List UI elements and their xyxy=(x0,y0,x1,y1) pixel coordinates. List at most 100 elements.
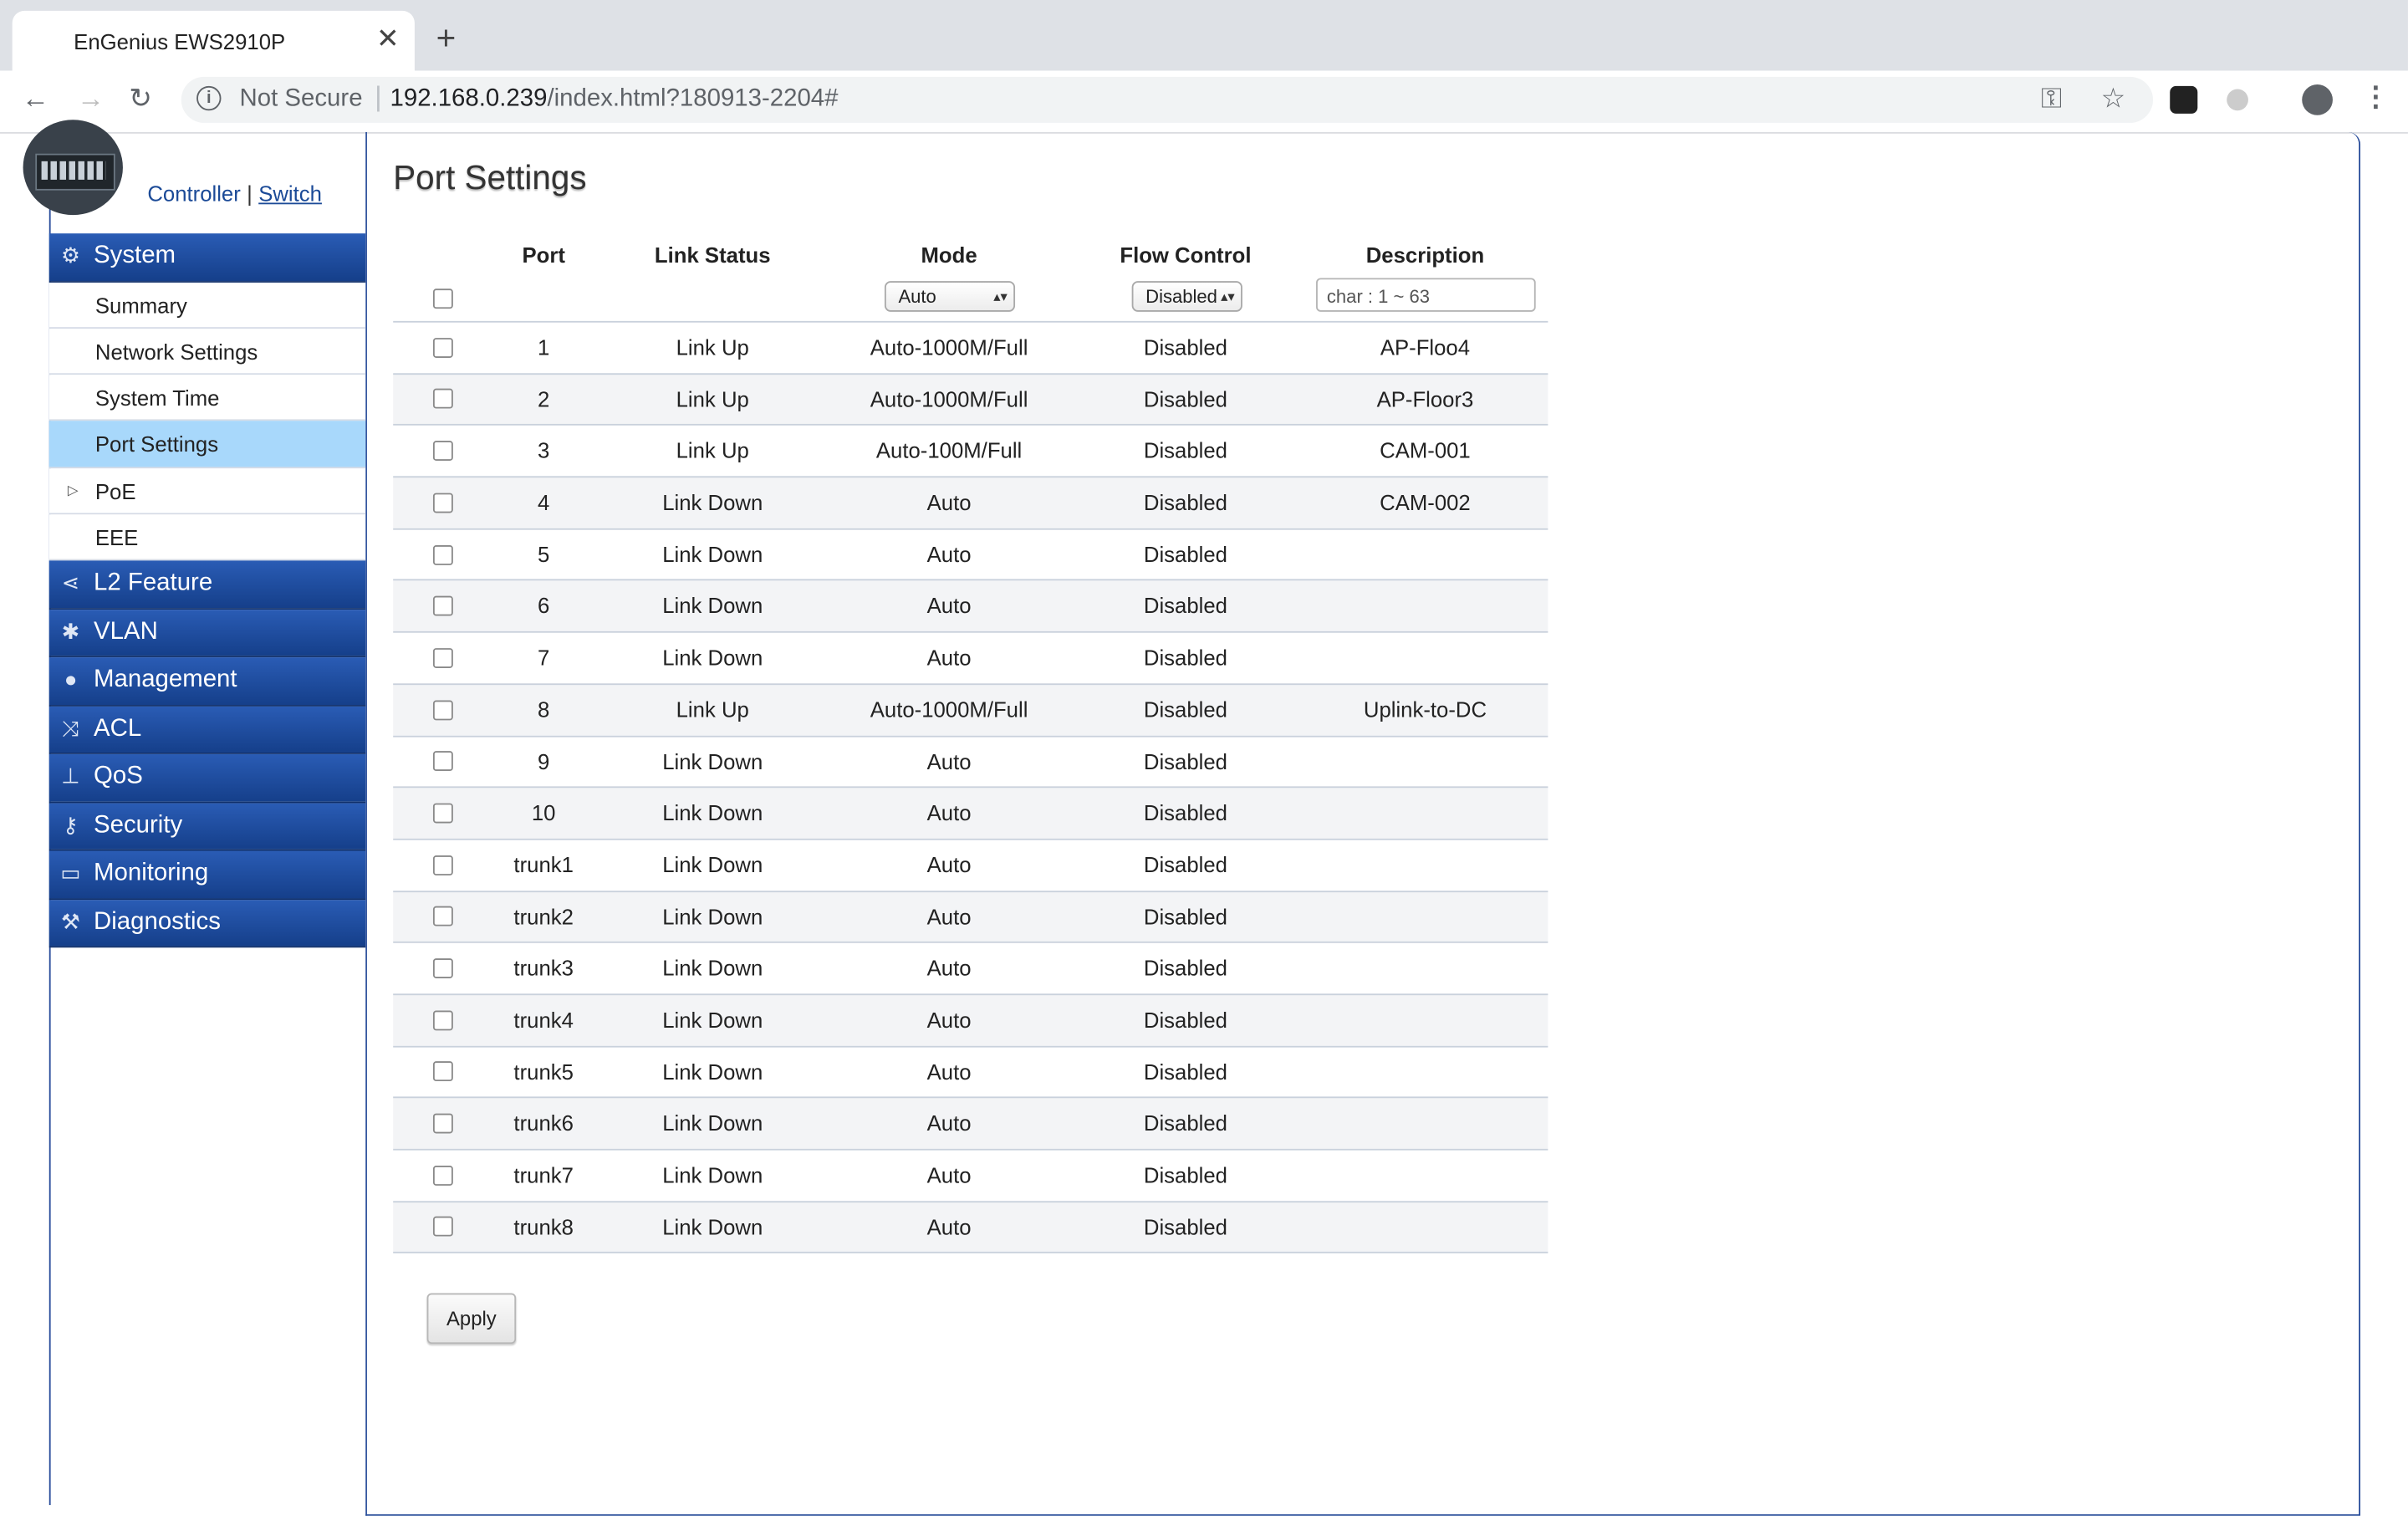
address-bar[interactable]: i Not Secure | 192.168.0.239/index.html?… xyxy=(181,76,2154,123)
link-status-cell: Link Up xyxy=(676,334,749,360)
link-status-cell: Link Down xyxy=(662,800,763,825)
table-row: trunk8 Link Down Auto Disabled xyxy=(393,1200,1548,1254)
extension-2-icon[interactable] xyxy=(2227,89,2248,111)
row-checkbox[interactable] xyxy=(432,596,452,616)
sidebar-section-monitoring[interactable]: ▭ Monitoring xyxy=(48,851,366,900)
share-icon: ⋖ xyxy=(61,569,80,595)
menu-dots-icon[interactable]: ⋮ xyxy=(2362,81,2390,112)
link-status-cell: Link Down xyxy=(662,1007,763,1033)
controller-link[interactable]: Controller xyxy=(147,181,240,206)
url-path: /index.html?180913-2204# xyxy=(547,85,839,113)
mode-cell: Auto xyxy=(926,1007,972,1033)
row-checkbox[interactable] xyxy=(432,493,452,513)
sidebar-item-eee[interactable]: EEE xyxy=(48,514,366,561)
row-checkbox[interactable] xyxy=(432,1217,452,1238)
table-row: trunk6 Link Down Auto Disabled xyxy=(393,1096,1548,1149)
description-input[interactable]: char : 1 ~ 63 xyxy=(1316,278,1536,312)
reload-icon[interactable]: ↻ xyxy=(129,83,152,114)
sidebar-item-poe[interactable]: ▷ PoE xyxy=(48,467,366,515)
flow-control-cell: Disabled xyxy=(1143,593,1227,619)
row-checkbox[interactable] xyxy=(432,337,452,358)
sidebar-section-management[interactable]: ● Management xyxy=(48,657,366,707)
apply-button[interactable]: Apply xyxy=(426,1293,517,1345)
sidebar-item-system-time[interactable]: System Time xyxy=(48,375,366,421)
sidebar-section-label: Management xyxy=(94,666,237,693)
description-cell: Uplink-to-DC xyxy=(1363,697,1487,722)
description-cell: CAM-002 xyxy=(1380,490,1471,515)
row-checkbox-cell xyxy=(421,477,463,527)
row-checkbox[interactable] xyxy=(432,647,452,668)
row-checkbox-cell xyxy=(421,581,463,630)
select-all-checkbox[interactable] xyxy=(432,288,452,309)
browser-tab[interactable]: EnGenius EWS2910P ✕ xyxy=(12,10,415,71)
table-row: 6 Link Down Auto Disabled xyxy=(393,579,1548,632)
key-icon[interactable]: ⚿ xyxy=(2041,83,2062,114)
row-checkbox[interactable] xyxy=(432,803,452,824)
port-cell: trunk7 xyxy=(513,1162,574,1187)
forward-icon[interactable]: → xyxy=(77,83,105,114)
link-status-cell: Link Down xyxy=(662,852,763,877)
row-checkbox[interactable] xyxy=(432,441,452,462)
sidebar-section-l2-feature[interactable]: ⋖ L2 Feature xyxy=(48,560,366,610)
sidebar-section-label: ACL xyxy=(94,715,142,742)
profile-icon[interactable] xyxy=(2302,84,2333,115)
extension-icon[interactable] xyxy=(2170,85,2198,114)
flow-control-cell: Disabled xyxy=(1143,748,1227,773)
mode-cell: Auto xyxy=(926,490,972,515)
mode-select[interactable]: Auto ▴▾ xyxy=(884,281,1016,312)
screen: EnGenius EWS2910P ✕ + ← → ↻ i Not Secure… xyxy=(0,0,2408,1516)
sidebar-section-label: System xyxy=(94,242,176,269)
flow-control-select[interactable]: Disabled ▴▾ xyxy=(1131,281,1242,312)
wrench-icon: ⚒ xyxy=(60,908,81,934)
port-cell: trunk2 xyxy=(513,904,574,929)
sidebar-item-summary[interactable]: Summary xyxy=(48,282,366,329)
sidebar-item-network-settings[interactable]: Network Settings xyxy=(48,328,366,375)
row-checkbox[interactable] xyxy=(432,751,452,772)
row-checkbox[interactable] xyxy=(432,855,452,875)
sidebar-item-port-settings[interactable]: Port Settings xyxy=(48,421,366,468)
mode-cell: Auto xyxy=(926,1059,972,1085)
tab-close-icon[interactable]: ✕ xyxy=(376,24,400,52)
flow-control-cell: Disabled xyxy=(1143,852,1227,877)
new-tab-icon[interactable]: + xyxy=(436,21,457,55)
flow-control-select-value: Disabled xyxy=(1145,285,1217,308)
row-checkbox[interactable] xyxy=(432,1113,452,1134)
row-checkbox[interactable] xyxy=(432,389,452,410)
star-icon[interactable]: ☆ xyxy=(2101,83,2126,114)
tab-title: EnGenius EWS2910P xyxy=(74,28,286,54)
sidebar-section-diagnostics[interactable]: ⚒ Diagnostics xyxy=(48,899,366,948)
row-checkbox[interactable] xyxy=(432,544,452,565)
row-checkbox[interactable] xyxy=(432,958,452,979)
sidebar-section-security[interactable]: ⚷ Security xyxy=(48,803,366,852)
flow-control-cell: Disabled xyxy=(1143,1007,1227,1033)
sidebar-section-label: QoS xyxy=(94,763,143,790)
sidebar-section-vlan[interactable]: ✱ VLAN xyxy=(48,609,366,658)
row-checkbox[interactable] xyxy=(432,1165,452,1186)
sidebar-section-system[interactable]: ⚙ System xyxy=(48,233,366,283)
flow-control-cell: Disabled xyxy=(1143,490,1227,515)
sidebar-section-label: Monitoring xyxy=(94,860,209,887)
table-row: trunk3 Link Down Auto Disabled xyxy=(393,942,1548,993)
flow-control-cell: Disabled xyxy=(1143,1162,1227,1187)
link-status-cell: Link Down xyxy=(662,1214,763,1239)
sidebar-item-label: EEE xyxy=(94,525,139,550)
sidebar-section-qos[interactable]: ⊥ QoS xyxy=(48,754,366,804)
switch-link[interactable]: Switch xyxy=(258,181,322,206)
sidebar-section-acl[interactable]: ⤨ ACL xyxy=(48,706,366,755)
row-checkbox[interactable] xyxy=(432,1010,452,1030)
row-checkbox[interactable] xyxy=(432,906,452,927)
port-cell: trunk5 xyxy=(513,1059,574,1085)
back-icon[interactable]: ← xyxy=(22,83,49,114)
row-checkbox-cell xyxy=(421,323,463,372)
select-arrows-icon: ▴▾ xyxy=(1221,288,1235,304)
column-header-flow-control: Flow Control xyxy=(1120,242,1252,268)
row-checkbox[interactable] xyxy=(432,1061,452,1082)
info-icon[interactable]: i xyxy=(196,85,222,111)
port-cell: 6 xyxy=(538,593,550,619)
expand-triangle-icon[interactable]: ▷ xyxy=(68,482,79,498)
device-logo xyxy=(23,120,123,216)
row-checkbox-cell xyxy=(421,633,463,682)
row-checkbox-cell xyxy=(421,789,463,838)
table-header: Port Link Status Mode Flow Control Descr… xyxy=(393,235,1548,275)
row-checkbox[interactable] xyxy=(432,699,452,720)
